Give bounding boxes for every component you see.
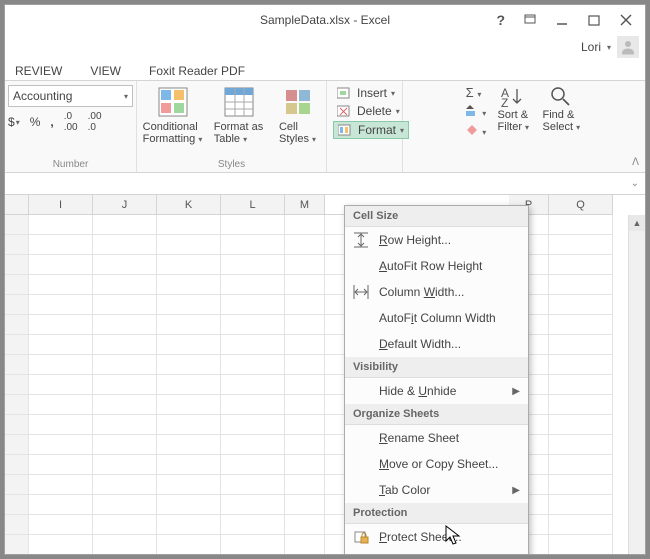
- accounting-format-button[interactable]: $ ▾: [8, 111, 20, 133]
- minimize-button[interactable]: [547, 8, 577, 32]
- format-dropdown-menu: Cell Size Row Height... AutoFit Row Heig…: [344, 205, 529, 555]
- row-height-icon: [351, 231, 371, 249]
- close-button[interactable]: [611, 8, 641, 32]
- conditional-formatting-button[interactable]: ConditionalFormatting ▾: [143, 85, 203, 145]
- col-header[interactable]: K: [157, 195, 221, 214]
- ribbon: Accounting▾ $ ▾ % , .0.00 .00.0 Number C…: [5, 81, 645, 173]
- sort-filter-button[interactable]: AZ Sort &Filter ▾: [492, 85, 534, 133]
- spreadsheet-grid[interactable]: I J K L M P Q: [5, 195, 645, 555]
- submenu-arrow-icon: ▶: [512, 386, 520, 397]
- col-header[interactable]: M: [285, 195, 325, 214]
- tab-view[interactable]: VIEW: [88, 62, 123, 80]
- menu-protect-sheet[interactable]: Protect Sheet...: [345, 524, 528, 550]
- maximize-button[interactable]: [579, 8, 609, 32]
- menu-move-copy[interactable]: Move or Copy Sheet...: [345, 451, 528, 477]
- submenu-arrow-icon: ▶: [512, 485, 520, 496]
- excel-window: SampleData.xlsx - Excel ? Lori ▾ REVIEW …: [4, 4, 646, 555]
- fill-button[interactable]: ▾: [466, 104, 487, 119]
- group-label-styles: Styles: [218, 159, 245, 170]
- window-title: SampleData.xlsx - Excel: [260, 13, 390, 27]
- menu-rename-sheet[interactable]: Rename Sheet: [345, 425, 528, 451]
- vertical-scrollbar[interactable]: ▲: [628, 215, 645, 555]
- avatar[interactable]: [617, 36, 639, 58]
- col-header[interactable]: Q: [549, 195, 613, 214]
- delete-button[interactable]: Delete ▾: [333, 103, 409, 119]
- menu-section-protection: Protection: [345, 503, 528, 524]
- expand-formula-bar-icon[interactable]: ⌄: [631, 178, 639, 189]
- menu-section-cell-size: Cell Size: [345, 206, 528, 227]
- find-select-button[interactable]: Find &Select ▾: [540, 85, 582, 133]
- cell-styles-button[interactable]: CellStyles ▾: [275, 85, 321, 145]
- scroll-up-icon[interactable]: ▲: [629, 215, 645, 231]
- number-format-dropdown[interactable]: Accounting▾: [8, 85, 133, 107]
- col-header[interactable]: J: [93, 195, 157, 214]
- menu-tab-color[interactable]: Tab Color ▶: [345, 477, 528, 503]
- menu-lock-cell[interactable]: Lock Cell: [345, 550, 528, 555]
- decrease-decimal-button[interactable]: .00.0: [88, 111, 102, 133]
- autosum-button[interactable]: Σ ▾: [466, 85, 487, 100]
- tab-review[interactable]: REVIEW: [13, 62, 64, 80]
- menu-column-width[interactable]: Column Width...: [345, 279, 528, 305]
- col-header[interactable]: L: [221, 195, 285, 214]
- protect-sheet-icon: [351, 528, 371, 546]
- format-as-table-button[interactable]: Format asTable ▾: [209, 85, 269, 145]
- ribbon-tabs: REVIEW VIEW Foxit Reader PDF: [5, 59, 645, 81]
- formula-bar-row: ⌄: [5, 173, 645, 195]
- insert-button[interactable]: Insert ▾: [333, 85, 409, 101]
- increase-decimal-button[interactable]: .0.00: [64, 111, 78, 133]
- user-bar: Lori ▾: [5, 35, 645, 59]
- menu-default-width[interactable]: Default Width...: [345, 331, 528, 357]
- menu-section-visibility: Visibility: [345, 357, 528, 378]
- group-label-number: Number: [53, 159, 89, 170]
- format-button[interactable]: Format ▾: [333, 121, 409, 139]
- user-dropdown-icon[interactable]: ▾: [607, 43, 611, 52]
- menu-row-height[interactable]: Row Height...: [345, 227, 528, 253]
- lock-icon: [351, 554, 371, 555]
- help-button[interactable]: ?: [496, 12, 505, 28]
- tab-foxit[interactable]: Foxit Reader PDF: [147, 62, 247, 80]
- menu-autofit-row[interactable]: AutoFit Row Height: [345, 253, 528, 279]
- col-header[interactable]: I: [29, 195, 93, 214]
- menu-section-organize: Organize Sheets: [345, 404, 528, 425]
- column-width-icon: [351, 283, 371, 301]
- clear-button[interactable]: ▾: [466, 123, 487, 138]
- svg-text:Z: Z: [501, 96, 508, 109]
- collapse-ribbon-icon[interactable]: ᐱ: [632, 157, 639, 168]
- user-name: Lori: [581, 40, 601, 54]
- menu-autofit-column[interactable]: AutoFit Column Width: [345, 305, 528, 331]
- menu-hide-unhide[interactable]: Hide & Unhide ▶: [345, 378, 528, 404]
- percent-format-button[interactable]: %: [30, 111, 41, 133]
- ribbon-options-button[interactable]: [515, 8, 545, 32]
- titlebar: SampleData.xlsx - Excel ?: [5, 5, 645, 35]
- comma-format-button[interactable]: ,: [50, 111, 53, 133]
